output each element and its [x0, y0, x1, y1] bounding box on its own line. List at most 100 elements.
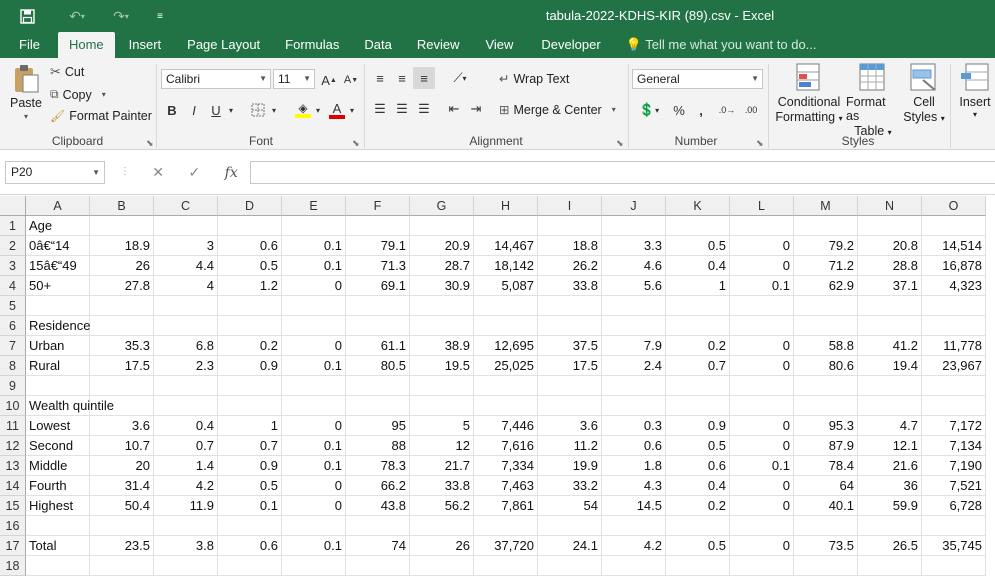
cell[interactable]	[666, 516, 730, 536]
accounting-format-icon[interactable]: 💲 ▾	[634, 99, 664, 121]
cell[interactable]	[346, 396, 410, 416]
cell[interactable]: 78.3	[346, 456, 410, 476]
cell[interactable]	[730, 316, 794, 336]
cell[interactable]	[730, 296, 794, 316]
number-launcher-icon[interactable]: ⬊	[756, 138, 764, 149]
cell[interactable]	[346, 316, 410, 336]
font-name-combo[interactable]: Calibri ▼	[161, 69, 271, 89]
cell[interactable]: 54	[538, 496, 602, 516]
chevron-down-icon[interactable]: ▾	[312, 99, 324, 121]
cell[interactable]: 0.1	[282, 236, 346, 256]
cell[interactable]: 3.6	[90, 416, 154, 436]
cell[interactable]	[602, 316, 666, 336]
insert-function-icon[interactable]: fx	[225, 165, 238, 181]
cell[interactable]: 69.1	[346, 276, 410, 296]
increase-decimal-icon[interactable]: .0→	[716, 99, 738, 121]
cell[interactable]: 40.1	[794, 496, 858, 516]
cell[interactable]: 0.2	[666, 496, 730, 516]
cell[interactable]: 0.7	[666, 356, 730, 376]
cell[interactable]: 74	[346, 536, 410, 556]
fill-color-icon[interactable]: ◈	[292, 99, 314, 121]
cell[interactable]: 14,514	[922, 236, 986, 256]
cell[interactable]: 0	[730, 416, 794, 436]
cell[interactable]: 23,967	[922, 356, 986, 376]
cell[interactable]: 0.4	[154, 416, 218, 436]
cell[interactable]: 35,745	[922, 536, 986, 556]
wrap-text-button[interactable]: ↵ Wrap Text	[499, 71, 569, 87]
cell[interactable]	[858, 516, 922, 536]
cell[interactable]	[474, 296, 538, 316]
cell[interactable]	[154, 316, 218, 336]
cell[interactable]: 78.4	[794, 456, 858, 476]
cell[interactable]: 0.6	[218, 236, 282, 256]
row-header[interactable]: 4	[0, 276, 26, 296]
cell[interactable]: 0	[730, 436, 794, 456]
cell[interactable]: 0.7	[218, 436, 282, 456]
cell[interactable]: 95	[346, 416, 410, 436]
cell[interactable]: 19.9	[538, 456, 602, 476]
cell[interactable]	[282, 556, 346, 576]
cell[interactable]: 12,695	[474, 336, 538, 356]
cell[interactable]	[90, 216, 154, 236]
increase-indent-icon[interactable]: ⇥	[465, 98, 487, 120]
cell[interactable]: 1.2	[218, 276, 282, 296]
row-header[interactable]: 7	[0, 336, 26, 356]
cell[interactable]	[794, 316, 858, 336]
cell[interactable]	[282, 296, 346, 316]
cell[interactable]	[858, 376, 922, 396]
cell[interactable]: 5.6	[602, 276, 666, 296]
cell[interactable]: 20	[90, 456, 154, 476]
column-header[interactable]: B	[90, 196, 154, 216]
cell[interactable]: 0.6	[666, 456, 730, 476]
cell[interactable]: 71.2	[794, 256, 858, 276]
column-header[interactable]: J	[602, 196, 666, 216]
cell[interactable]	[282, 396, 346, 416]
tab-page-layout[interactable]: Page Layout	[175, 32, 272, 58]
cell[interactable]: 0.2	[218, 336, 282, 356]
cell[interactable]	[794, 516, 858, 536]
row-header[interactable]: 1	[0, 216, 26, 236]
cell[interactable]	[154, 216, 218, 236]
cell[interactable]	[666, 216, 730, 236]
cell[interactable]: 0.1	[730, 276, 794, 296]
cell[interactable]	[282, 376, 346, 396]
cell[interactable]: 18,142	[474, 256, 538, 276]
cell[interactable]	[282, 516, 346, 536]
cell[interactable]	[474, 316, 538, 336]
percent-button[interactable]: %	[668, 99, 690, 121]
cell[interactable]	[858, 216, 922, 236]
cell[interactable]: 0.5	[666, 536, 730, 556]
cell[interactable]	[922, 316, 986, 336]
cell[interactable]: 33.8	[410, 476, 474, 496]
cell[interactable]: 26	[410, 536, 474, 556]
cell[interactable]	[154, 396, 218, 416]
cell[interactable]: 5,087	[474, 276, 538, 296]
cell[interactable]: 0	[282, 496, 346, 516]
cell[interactable]	[90, 396, 154, 416]
enter-icon[interactable]: ✓	[188, 164, 200, 181]
cell[interactable]: 3	[154, 236, 218, 256]
cell[interactable]: 4.6	[602, 256, 666, 276]
cell[interactable]: 0.9	[666, 416, 730, 436]
cell[interactable]	[90, 296, 154, 316]
row-header[interactable]: 9	[0, 376, 26, 396]
name-box[interactable]: P20 ▼	[5, 161, 105, 184]
cell[interactable]: 21.6	[858, 456, 922, 476]
cell[interactable]: 4.2	[602, 536, 666, 556]
cell[interactable]: 20.8	[858, 236, 922, 256]
column-header[interactable]: E	[282, 196, 346, 216]
cell[interactable]	[410, 396, 474, 416]
column-header[interactable]: I	[538, 196, 602, 216]
cell[interactable]: Lowest	[26, 416, 90, 436]
row-header[interactable]: 2	[0, 236, 26, 256]
cell[interactable]: 7,134	[922, 436, 986, 456]
cell[interactable]	[538, 396, 602, 416]
cell[interactable]: 4.3	[602, 476, 666, 496]
cell[interactable]: 18.8	[538, 236, 602, 256]
cell[interactable]: 0.1	[282, 456, 346, 476]
save-icon[interactable]	[16, 6, 38, 26]
cell[interactable]	[26, 296, 90, 316]
cell[interactable]	[90, 376, 154, 396]
cell[interactable]: 0.6	[218, 536, 282, 556]
cell[interactable]	[154, 376, 218, 396]
